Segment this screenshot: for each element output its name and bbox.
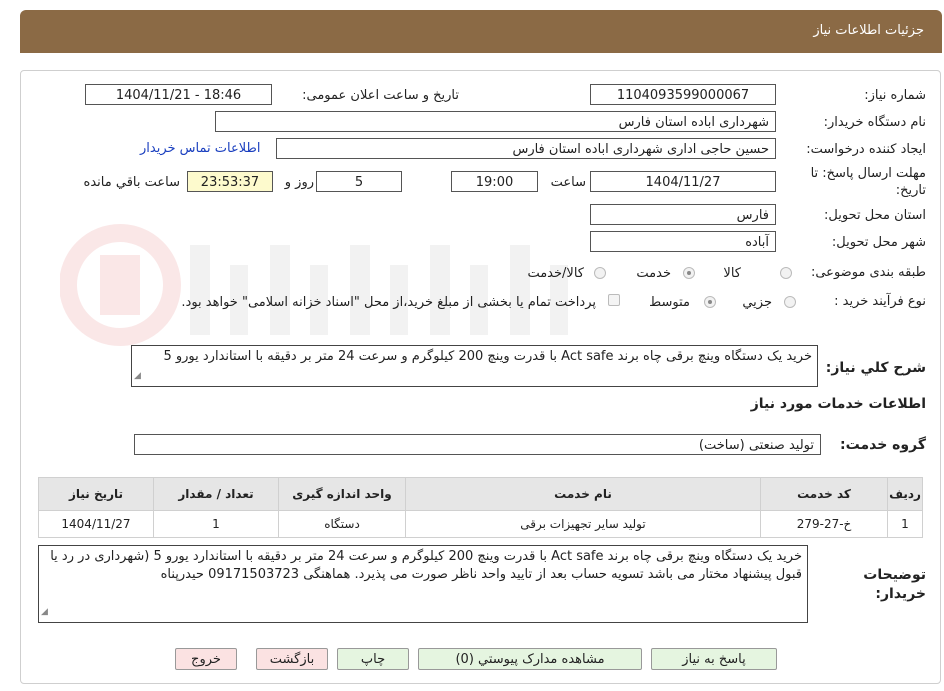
description-label: شرح کلي نياز: [825,360,926,376]
buyer-notes-field[interactable]: خرید یک دستگاه وینچ برقی چاه برند Act sa… [38,545,808,623]
category-goods-service-radio[interactable] [594,267,606,279]
cell-need-date: 1404/11/27 [38,510,154,538]
page-header: جزئیات اطلاعات نیاز [20,10,942,53]
buyer-notes-text: خرید یک دستگاه وینچ برقی چاه برند Act sa… [50,549,802,582]
resize-handle-icon[interactable]: ◢ [41,603,48,621]
province-field: فارس [590,204,776,225]
buyer-contact-link[interactable]: اطلاعات تماس خریدار [140,141,260,156]
need-number-field: 1104093599000067 [590,84,776,105]
col-quantity: تعداد / مقدار [153,477,279,511]
announce-label: تاریخ و ساعت اعلان عمومی: [302,88,459,103]
need-number-label: شماره نیاز: [864,88,926,103]
deadline-time-label: ساعت [550,175,586,190]
city-field: آباده [590,231,776,252]
days-field: 5 [316,171,402,192]
deadline-date-field: 1404/11/27 [590,171,776,192]
deadline-time-field: 19:00 [451,171,538,192]
treasury-payment-checkbox[interactable] [608,294,620,306]
buyer-org-field: شهرداری اباده استان فارس [215,111,776,132]
table-row: 1 خ-27-279 تولید سایر تجهیزات برقی دستگا… [38,510,923,538]
cell-service-code: خ-27-279 [760,510,888,538]
buyer-notes-label: توضیحات [863,567,926,583]
services-table: ردیف کد خدمت نام خدمت واحد اندازه گیری ت… [38,477,923,538]
remaining-time-field: 23:53:37 [187,171,273,192]
service-group-label: گروه خدمت: [840,437,926,453]
cell-quantity: 1 [153,510,279,538]
buyer-notes-label-2: خریدار: [875,586,926,602]
description-text: خرید یک دستگاه وینچ برقی چاه برند Act sa… [163,349,812,364]
print-button[interactable]: چاپ [337,648,409,670]
reply-button[interactable]: پاسخ به نیاز [651,648,777,670]
cell-row: 1 [887,510,923,538]
requester-label: ایجاد کننده درخواست: [806,142,926,157]
cell-unit: دستگاه [278,510,406,538]
deadline-label-date: تاریخ: [895,183,926,198]
col-need-date: تاریخ نیاز [38,477,154,511]
announce-field: 1404/11/21 - 18:46 [85,84,272,105]
remaining-label: ساعت باقي مانده [83,175,180,190]
process-medium-label: متوسط [649,295,690,310]
deadline-label: مهلت ارسال پاسخ: تا [810,166,926,181]
col-service-name: نام خدمت [405,477,761,511]
col-service-code: کد خدمت [760,477,888,511]
payment-note: پرداخت تمام یا بخشی از مبلغ خرید،از محل … [181,295,596,310]
process-minor-radio[interactable] [784,296,796,308]
cell-service-name: تولید سایر تجهیزات برقی [405,510,761,538]
table-header-row: ردیف کد خدمت نام خدمت واحد اندازه گیری ت… [38,477,923,511]
city-label: شهر محل تحویل: [831,235,926,250]
requester-field: حسین حاجی اداری شهرداری اباده استان فارس [276,138,776,159]
service-group-field: تولید صنعتی (ساخت) [134,434,821,455]
category-service-radio[interactable] [683,267,695,279]
resize-handle-icon[interactable]: ◢ [134,367,141,385]
description-field[interactable]: خرید یک دستگاه وینچ برقی چاه برند Act sa… [131,345,818,387]
exit-button[interactable]: خروج [175,648,237,670]
category-goods-service-label: کالا/خدمت [527,266,584,281]
services-heading: اطلاعات خدمات مورد نياز [750,396,926,412]
category-goods-radio[interactable] [780,267,792,279]
days-label: روز و [284,175,314,190]
page-title: جزئیات اطلاعات نیاز [813,23,924,38]
process-label: نوع فرآیند خرید : [834,294,926,309]
category-service-label: خدمت [636,266,671,281]
buyer-org-label: نام دستگاه خریدار: [823,115,926,130]
province-label: استان محل تحویل: [824,208,926,223]
back-button[interactable]: بازگشت [256,648,328,670]
col-unit: واحد اندازه گیری [278,477,406,511]
category-goods-label: کالا [723,266,741,281]
col-row: ردیف [887,477,923,511]
process-minor-label: جزيي [742,295,772,310]
attachments-button[interactable]: مشاهده مدارک پیوستي (0) [418,648,642,670]
process-medium-radio[interactable] [704,296,716,308]
category-label: طبقه بندی موضوعی: [810,265,926,280]
